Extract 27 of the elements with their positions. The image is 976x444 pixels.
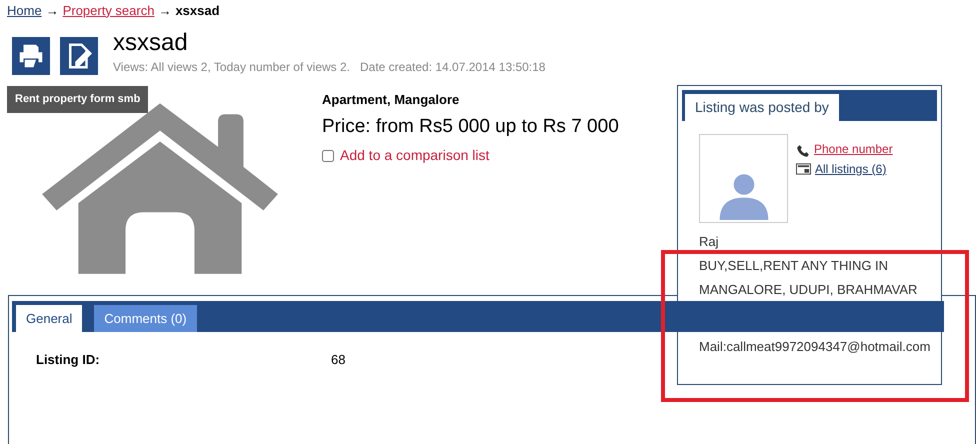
compare-link[interactable]: Add to a comparison list [340,145,490,166]
image-label: Rent property form smb [7,86,148,112]
poster-name: Raj [699,233,720,251]
date-created-text: Date created: 14.07.2014 13:50:18 [360,59,546,76]
listing-title: xsxsad [113,28,189,58]
card-heading: Listing was posted by [685,94,839,121]
all-listings-link[interactable]: All listings (6) [815,160,886,178]
tab[interactable]: General [16,305,82,332]
breadcrumb-separator: → [158,2,172,20]
print-button[interactable] [12,37,50,75]
breadcrumb-link[interactable]: Home [7,0,42,20]
field-value: 68 [331,351,346,369]
listing-card-icon [796,163,811,175]
breadcrumb-separator: → [46,2,59,20]
compare-checkbox[interactable] [322,150,334,162]
tab[interactable]: Comments (0) [94,305,197,332]
price-text: Price: from Rs5 000 up to Rs 7 000 [322,115,619,139]
views-text: Views: All views 2, Today number of views 2. [113,59,350,76]
phone-icon [796,144,810,158]
breadcrumb-current: xsxsad [175,2,220,20]
edit-button[interactable] [60,37,98,75]
phone-link[interactable]: Phone number [814,140,893,158]
breadcrumb-link[interactable]: Property search [62,0,154,20]
poster-description: BUY,SELL,RENT ANY THING IN MANGALORE, UDUPI, BRAHMAVAR [699,257,918,299]
poster-mail: Mail:callmeat9972094347@hotmail.com [699,338,932,356]
type-location-text: Apartment, Mangalore [322,91,460,109]
field-label: Listing ID: [36,351,101,369]
